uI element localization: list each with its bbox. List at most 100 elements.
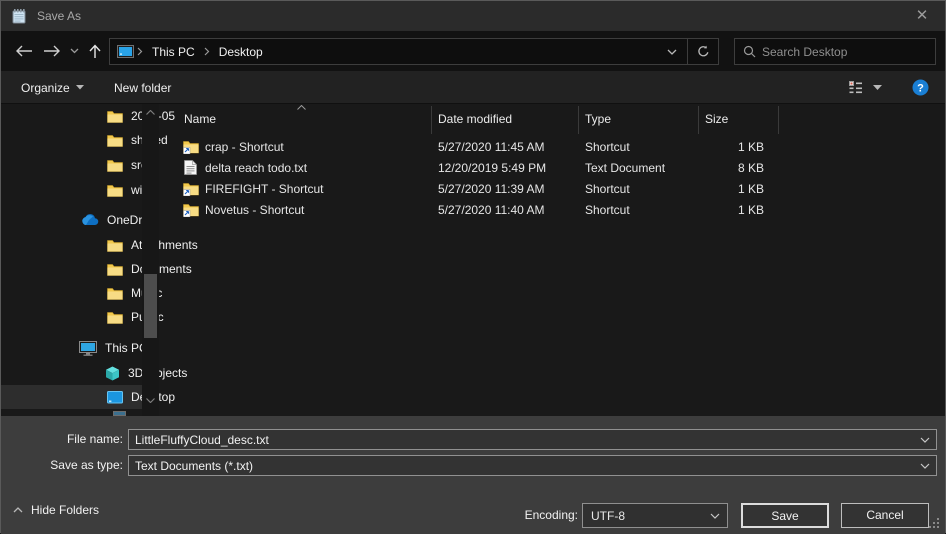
dialog-footer: Hide Folders Encoding: UTF-8 Save Cancel [1,491,945,534]
close-button[interactable]: ✕ [907,3,937,29]
new-folder-label: New folder [114,81,171,95]
file-size: 1 KB [698,200,764,221]
sidebar-item-label: Attachments [131,238,198,252]
folder-icon [107,311,123,324]
file-size: 1 KB [698,179,764,200]
3d-cube-icon [105,366,120,381]
svg-text:?: ? [917,83,924,95]
file-name-value: LittleFluffyCloud_desc.txt [135,433,914,447]
folder-icon [107,159,123,172]
window-title: Save As [37,9,81,23]
file-size: 1 KB [698,137,764,158]
folder-shortcut-icon [183,140,199,154]
folder-icon [107,239,123,252]
column-divider[interactable] [698,106,699,134]
navigation-bar: This PC Desktop Search Desktop [1,31,945,71]
folder-icon [107,110,123,123]
organize-button[interactable]: Organize [21,71,84,104]
column-divider[interactable] [431,106,432,134]
scroll-down-icon[interactable] [142,392,159,408]
desktop-icon [107,391,123,404]
forward-button[interactable] [39,31,65,71]
file-type: Text Document [585,158,665,179]
file-name: crap - Shortcut [205,137,284,158]
computer-icon [79,341,97,356]
encoding-select[interactable]: UTF-8 [582,503,728,528]
file-size: 8 KB [698,158,764,179]
help-icon: ? [912,79,929,96]
search-placeholder: Search Desktop [762,45,847,59]
sidebar-item-this-pc[interactable]: This PC [79,336,148,360]
notepad-app-icon [11,8,27,24]
file-name-input[interactable]: LittleFluffyCloud_desc.txt [128,429,937,450]
file-date: 5/27/2020 11:45 AM [438,137,545,158]
folder-icon [107,287,123,300]
encoding-label: Encoding: [506,508,578,522]
sidebar-scrollbar[interactable] [142,104,159,416]
hide-folders-button[interactable]: Hide Folders [13,503,99,517]
up-button[interactable] [84,31,106,71]
onedrive-cloud-icon [81,214,99,226]
column-header-date-modified[interactable]: Date modified [438,112,512,126]
chevron-up-icon [13,507,23,513]
chevron-down-icon[interactable] [914,437,936,443]
views-button[interactable] [849,71,863,104]
new-folder-button[interactable]: New folder [114,71,171,104]
chevron-down-icon[interactable] [703,513,727,519]
chevron-down-icon[interactable] [914,463,936,469]
breadcrumb-chevron-icon [134,47,146,56]
folder-shortcut-icon [183,182,199,196]
file-name: FIREFIGHT - Shortcut [205,179,323,200]
scrollbar-thumb[interactable] [144,274,157,338]
breadcrumb-desktop[interactable]: Desktop [213,45,269,59]
sidebar-item-label: Documents [131,262,192,276]
save-button[interactable]: Save [741,503,829,528]
sort-ascending-icon [297,105,306,110]
folder-icon [107,184,123,197]
address-bar[interactable]: This PC Desktop [109,38,719,65]
column-header-name[interactable]: Name [184,112,216,126]
main-area: 2020-05 shared src wiki OneDrive Attachm… [1,104,945,416]
column-divider[interactable] [578,106,579,134]
cancel-button[interactable]: Cancel [841,503,929,528]
chevron-down-icon [76,85,84,90]
breadcrumb-this-pc[interactable]: This PC [146,45,201,59]
file-name: Novetus - Shortcut [205,200,304,221]
file-date: 5/27/2020 11:39 AM [438,179,545,200]
save-as-type-value: Text Documents (*.txt) [135,459,914,473]
title-bar: Save As ✕ [1,1,945,31]
folder-icon [107,263,123,276]
file-name: delta reach todo.txt [205,158,307,179]
details-view-icon [849,81,863,95]
file-date: 12/20/2019 5:49 PM [438,158,546,179]
save-as-dialog: { "window": { "title": "Save As", "close… [0,0,946,533]
search-input[interactable]: Search Desktop [734,38,936,65]
file-name-label: File name: [5,432,123,446]
file-type: Shortcut [585,179,630,200]
save-as-type-select[interactable]: Text Documents (*.txt) [128,455,937,476]
resize-grip[interactable] [929,518,941,530]
breadcrumb-chevron-icon [201,47,213,56]
folder-icon [107,134,123,147]
help-button[interactable]: ? [912,71,929,104]
scroll-up-icon[interactable] [142,104,159,120]
sidebar-item-src[interactable]: src [107,153,147,177]
column-divider[interactable] [778,106,779,134]
folder-shortcut-icon [183,203,199,217]
column-header-size[interactable]: Size [705,112,728,126]
column-header-type[interactable]: Type [585,112,611,126]
search-icon [743,45,756,58]
encoding-value: UTF-8 [591,509,703,523]
refresh-icon[interactable] [688,39,718,64]
address-dropdown-chevron-icon[interactable] [657,39,687,64]
save-as-type-label: Save as type: [5,458,123,472]
back-button[interactable] [11,31,37,71]
file-type: Shortcut [585,137,630,158]
hide-folders-label: Hide Folders [31,503,99,517]
organize-label: Organize [21,81,70,95]
text-document-icon [184,160,197,175]
filename-panel: File name: LittleFluffyCloud_desc.txt Sa… [1,416,945,491]
file-type: Shortcut [585,200,630,221]
views-dropdown-chevron-icon[interactable] [873,71,882,104]
recent-locations-chevron-icon[interactable] [65,31,83,71]
